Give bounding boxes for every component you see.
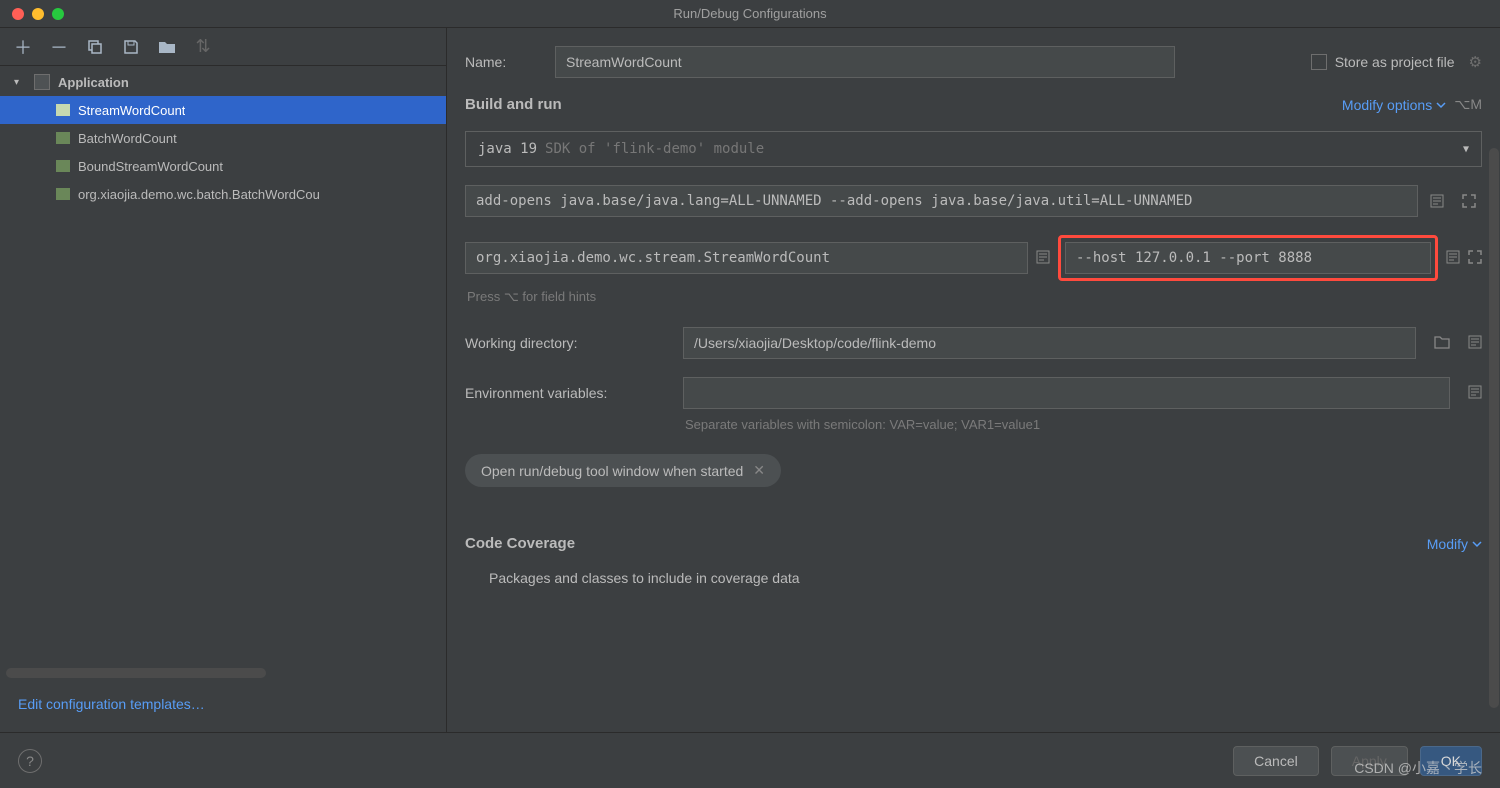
footer: ? Cancel Apply OK	[0, 732, 1500, 788]
tree-item-label: BoundStreamWordCount	[78, 159, 223, 174]
env-helper: Separate variables with semicolon: VAR=v…	[685, 417, 1482, 432]
window-controls	[0, 8, 64, 20]
history-icon[interactable]	[1468, 335, 1482, 352]
jre-subtext: SDK of 'flink-demo' module	[545, 141, 764, 157]
expand-icon[interactable]	[1468, 250, 1482, 267]
tree-item-label: org.xiaojia.demo.wc.batch.BatchWordCou	[78, 187, 320, 202]
section-title: Build and run	[465, 96, 562, 113]
vm-options-input[interactable]	[465, 185, 1418, 217]
name-label: Name:	[465, 54, 537, 70]
application-type-icon	[34, 74, 50, 90]
main-class-args-row	[465, 235, 1482, 281]
name-input[interactable]	[555, 46, 1175, 78]
modify-options-shortcut: ⌥M	[1454, 96, 1482, 113]
program-args-highlight	[1058, 235, 1438, 281]
edit-templates-link[interactable]: Edit configuration templates…	[0, 696, 446, 732]
build-run-header: Build and run Modify options ⌥M	[465, 96, 1482, 113]
folder-icon[interactable]	[158, 38, 176, 56]
sidebar: ＋ － ⇅ ▾ Application StreamWordCount	[0, 28, 447, 732]
config-tree: ▾ Application StreamWordCount BatchWordC…	[0, 66, 446, 662]
coverage-modify-link[interactable]: Modify	[1427, 536, 1482, 552]
tree-item-label: StreamWordCount	[78, 103, 185, 118]
tree-node-application[interactable]: ▾ Application	[0, 68, 446, 96]
gear-icon[interactable]: ⚙	[1469, 53, 1482, 71]
history-icon[interactable]	[1036, 250, 1050, 267]
browse-folder-icon[interactable]	[1434, 335, 1450, 352]
sort-icon[interactable]: ⇅	[194, 38, 212, 56]
coverage-modify-text: Modify	[1427, 536, 1468, 552]
workdir-row: Working directory:	[465, 327, 1482, 359]
store-project-file-label: Store as project file	[1335, 54, 1455, 70]
tree-item-streamwordcount[interactable]: StreamWordCount	[0, 96, 446, 124]
copy-icon[interactable]	[86, 38, 104, 56]
program-args-input[interactable]	[1065, 242, 1431, 274]
main-class-input[interactable]	[465, 242, 1028, 274]
store-project-file-checkbox[interactable]	[1311, 54, 1327, 70]
vertical-scrollbar[interactable]	[1489, 148, 1499, 708]
tree-item-batchwordcount[interactable]: BatchWordCount	[0, 124, 446, 152]
history-icon[interactable]	[1424, 188, 1450, 214]
section-title: Code Coverage	[465, 535, 575, 552]
coverage-header: Code Coverage Modify	[465, 535, 1482, 552]
field-hint: Press ⌥ for field hints	[467, 289, 1482, 305]
help-icon[interactable]: ?	[18, 749, 42, 773]
modify-options-link[interactable]: Modify options	[1342, 97, 1446, 113]
env-input[interactable]	[683, 377, 1450, 409]
open-run-window-chip[interactable]: Open run/debug tool window when started …	[465, 454, 781, 487]
watermark-text: CSDN @小嘉丶学长	[1354, 758, 1482, 778]
coverage-sublabel: Packages and classes to include in cover…	[489, 570, 1482, 586]
chevron-down-icon: ▼	[1463, 144, 1469, 155]
run-config-icon	[56, 104, 70, 116]
expand-icon[interactable]	[1456, 188, 1482, 214]
modify-options-text: Modify options	[1342, 97, 1432, 113]
workdir-label: Working directory:	[465, 335, 665, 351]
chip-remove-icon[interactable]: ✕	[753, 462, 765, 479]
tree-item-label: BatchWordCount	[78, 131, 177, 146]
maximize-window-icon[interactable]	[52, 8, 64, 20]
add-icon[interactable]: ＋	[14, 38, 32, 56]
minimize-window-icon[interactable]	[32, 8, 44, 20]
chip-label: Open run/debug tool window when started	[481, 463, 743, 479]
save-icon[interactable]	[122, 38, 140, 56]
history-icon[interactable]	[1468, 385, 1482, 402]
history-icon[interactable]	[1446, 250, 1460, 267]
cancel-button[interactable]: Cancel	[1233, 746, 1319, 776]
tree-item-boundstreamwordcount[interactable]: BoundStreamWordCount	[0, 152, 446, 180]
tree-node-label: Application	[58, 75, 129, 90]
run-config-icon	[56, 188, 70, 200]
tree-item-batchwordcount-fqn[interactable]: org.xiaojia.demo.wc.batch.BatchWordCou	[0, 180, 446, 208]
env-label: Environment variables:	[465, 385, 665, 401]
jre-value: java 19	[478, 141, 537, 157]
run-config-icon	[56, 132, 70, 144]
name-row: Name: Store as project file ⚙	[465, 46, 1482, 78]
main-panel: Name: Store as project file ⚙ Build and …	[447, 28, 1500, 732]
vm-options-field	[465, 185, 1482, 217]
workdir-input[interactable]	[683, 327, 1416, 359]
window-title: Run/Debug Configurations	[673, 6, 826, 21]
horizontal-scrollbar[interactable]	[6, 668, 266, 678]
jre-dropdown[interactable]: java 19 SDK of 'flink-demo' module ▼	[465, 131, 1482, 167]
chevron-down-icon: ▾	[14, 77, 24, 88]
sidebar-toolbar: ＋ － ⇅	[0, 28, 446, 66]
env-row: Environment variables:	[465, 377, 1482, 409]
remove-icon[interactable]: －	[50, 38, 68, 56]
close-window-icon[interactable]	[12, 8, 24, 20]
titlebar: Run/Debug Configurations	[0, 0, 1500, 28]
run-config-icon	[56, 160, 70, 172]
store-project-file-row: Store as project file ⚙	[1311, 53, 1482, 71]
